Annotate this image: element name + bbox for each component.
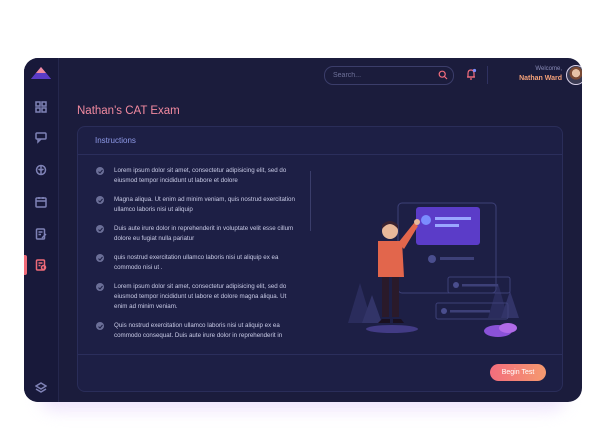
calendar-icon[interactable] xyxy=(33,194,49,210)
card-footer: Begin Test xyxy=(78,354,562,391)
chat-icon[interactable] xyxy=(33,130,49,146)
sidebar xyxy=(24,58,59,402)
check-icon xyxy=(96,167,104,175)
search-box xyxy=(324,66,454,85)
list-item: Magna aliqua. Ut enim ad minim veniam, q… xyxy=(96,195,301,215)
instructions-card: Instructions Lorem ipsum dolor sit amet,… xyxy=(77,126,563,392)
check-icon xyxy=(96,254,104,263)
check-icon xyxy=(96,283,104,292)
search-input[interactable] xyxy=(333,68,433,82)
list-item: Lorem ipsum dolor sit amet, consectetur … xyxy=(96,282,301,311)
logo-icon[interactable] xyxy=(30,66,52,80)
check-icon xyxy=(96,225,104,234)
welcome-label: Welcome, xyxy=(535,66,562,72)
list-item: Duis aute irure dolor in reprehenderit i… xyxy=(96,224,301,244)
bell-icon[interactable] xyxy=(464,67,478,81)
exam-document-icon[interactable] xyxy=(33,257,49,273)
content-divider xyxy=(310,171,311,231)
presenter-illustration xyxy=(348,202,519,337)
instruction-text: Magna aliqua. Ut enim ad minim veniam, q… xyxy=(114,196,295,213)
instruction-text: Quis nostrud exercitation ullamco labori… xyxy=(114,322,283,340)
page-title: Nathan's CAT Exam xyxy=(77,105,180,117)
top-bar: Welcome, Nathan Ward xyxy=(58,58,582,90)
search-icon[interactable] xyxy=(438,70,448,80)
instructions-heading: Instructions xyxy=(95,136,136,145)
instruction-text: quis nostrud exercitation ullamco labori… xyxy=(114,254,279,272)
instruction-text: Lorem ipsum dolor sit amet, consectetur … xyxy=(114,167,287,184)
user-name[interactable]: Nathan Ward xyxy=(488,75,562,82)
list-item: quis nostrud exercitation ullamco labori… xyxy=(96,253,301,273)
check-icon xyxy=(96,322,104,331)
instruction-text: Duis aute irure dolor in reprehenderit i… xyxy=(114,225,294,242)
list-item: Lorem ipsum dolor sit amet, consectetur … xyxy=(96,166,301,186)
instruction-text: Lorem ipsum dolor sit amet, consectetur … xyxy=(114,283,287,310)
brain-icon[interactable] xyxy=(33,162,49,178)
check-icon xyxy=(96,196,104,205)
grid-icon[interactable] xyxy=(33,99,49,115)
begin-test-button[interactable]: Begin Test xyxy=(490,364,546,381)
active-indicator xyxy=(24,255,27,275)
instructions-list: Lorem ipsum dolor sit amet, consectetur … xyxy=(96,166,301,341)
list-item: Quis nostrud exercitation ullamco labori… xyxy=(96,321,301,341)
avatar[interactable] xyxy=(566,65,582,85)
app-window: Welcome, Nathan Ward Nathan's CAT Exam I… xyxy=(24,58,582,402)
layers-icon[interactable] xyxy=(33,380,49,396)
card-header: Instructions xyxy=(78,127,562,155)
edit-document-icon[interactable] xyxy=(33,226,49,242)
